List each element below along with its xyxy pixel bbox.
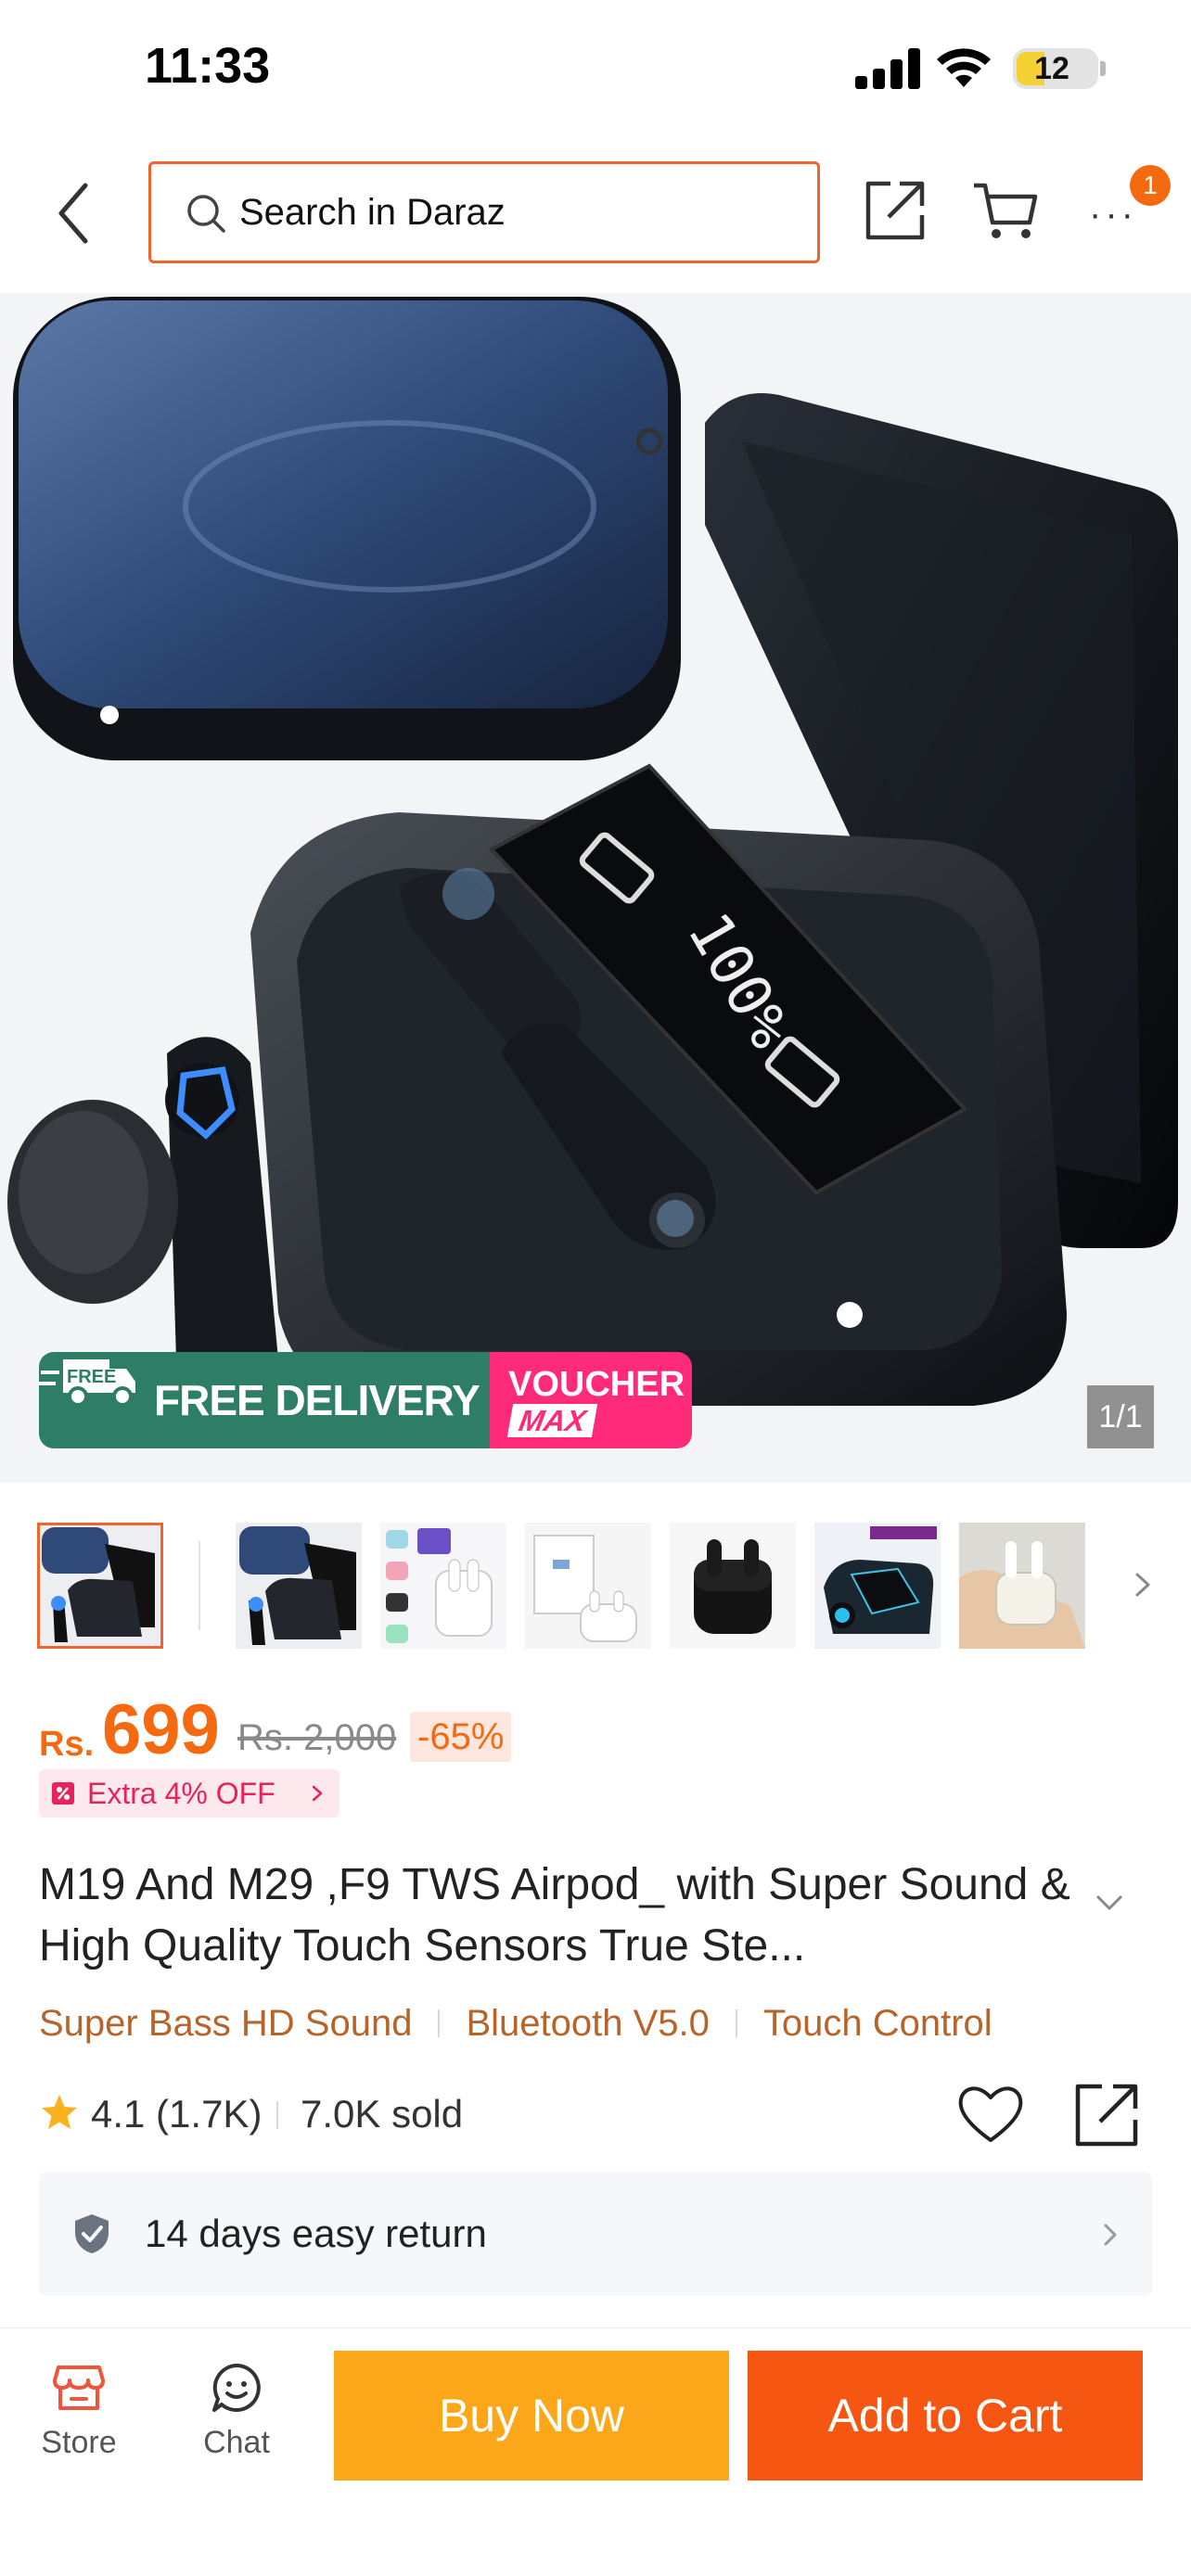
return-policy-label: 14 days easy return — [145, 2212, 487, 2255]
thumbnail-strip — [0, 1521, 1191, 1651]
search-placeholder: Search in Daraz — [239, 192, 506, 233]
product-title: M19 And M29 ,F9 TWS Airpod_ with Super S… — [39, 1860, 1070, 1970]
original-price: Rs. 2,000 — [237, 1717, 397, 1758]
free-delivery-badge: FREE FREE DELIVERY — [39, 1352, 490, 1448]
bottom-action-bar: Store Chat Buy Now Add to Cart — [0, 2327, 1191, 2576]
chat-icon — [212, 2364, 261, 2412]
thumbnail-4[interactable] — [525, 1523, 651, 1649]
thumbnail-divider — [198, 1541, 200, 1630]
delivery-truck-icon: FREE — [39, 1359, 135, 1407]
back-button[interactable] — [45, 176, 104, 250]
buy-now-button[interactable]: Buy Now — [334, 2351, 729, 2480]
product-image: 100% — [0, 293, 1191, 1483]
thumbnails-next-icon[interactable] — [1126, 1562, 1159, 1608]
return-policy-row[interactable]: 14 days easy return — [39, 2172, 1152, 2296]
extra-offer-label: Extra 4% OFF — [87, 1777, 275, 1810]
battery-tip — [1100, 61, 1106, 76]
search-icon — [187, 195, 225, 233]
price-value: 699 — [102, 1690, 220, 1769]
thumbnail-2[interactable] — [236, 1523, 362, 1649]
store-label: Store — [41, 2425, 117, 2460]
rating-row: 4.1 (1.7K) 7.0K sold — [39, 2084, 1152, 2147]
wifi-icon — [937, 48, 991, 87]
product-features: Super Bass HD Sound Bluetooth V5.0 Touch… — [39, 1997, 992, 2049]
sold-count: 7.0K sold — [301, 2092, 464, 2136]
search-input[interactable]: Search in Daraz — [148, 161, 820, 263]
status-time: 11:33 — [145, 38, 271, 94]
feature-tag: Super Bass HD Sound — [39, 2002, 413, 2044]
thumbnail-3[interactable] — [380, 1523, 506, 1649]
promo-banner: FREE FREE DELIVERY VOUCHER MAX — [39, 1352, 692, 1448]
header: Search in Daraz ··· 1 — [0, 139, 1191, 292]
discount-badge: -65% — [410, 1712, 512, 1762]
cart-button[interactable] — [972, 180, 1039, 243]
chat-button[interactable]: Chat — [176, 2362, 297, 2473]
add-to-cart-button[interactable]: Add to Cart — [748, 2351, 1143, 2480]
price-row: Rs. 699 Rs. 2,000 -65% — [39, 1690, 1152, 1769]
rating-value[interactable]: 4.1 (1.7K) — [91, 2086, 262, 2142]
rating-divider — [276, 2101, 278, 2129]
extra-offer-badge[interactable]: Extra 4% OFF — [39, 1769, 339, 1817]
share-button[interactable] — [863, 178, 928, 243]
truck-label: FREE — [67, 1367, 116, 1387]
thumbnail-6[interactable] — [814, 1523, 941, 1649]
image-counter: 1/1 — [1087, 1385, 1154, 1448]
chevron-right-icon — [312, 1785, 323, 1802]
expand-title-icon[interactable] — [1093, 1892, 1126, 1914]
cellular-signal-icon — [855, 48, 920, 89]
feature-divider — [438, 2009, 441, 2037]
feature-tag: Touch Control — [762, 2002, 992, 2044]
share-product-button[interactable] — [1072, 2079, 1143, 2149]
coupon-icon — [52, 1782, 74, 1804]
thumbnail-5[interactable] — [670, 1523, 796, 1649]
thumbnail-1[interactable] — [37, 1523, 163, 1649]
wishlist-button[interactable] — [955, 2081, 1026, 2148]
battery-icon: 12 — [1013, 48, 1098, 89]
battery-level: 12 — [1034, 51, 1069, 86]
cart-badge: 1 — [1130, 165, 1171, 206]
price-currency: Rs. — [39, 1725, 95, 1764]
store-icon — [53, 2366, 105, 2410]
chat-label: Chat — [203, 2425, 270, 2460]
feature-tag: Bluetooth V5.0 — [466, 2002, 710, 2044]
voucher-max-label: MAX — [506, 1404, 598, 1437]
thumbnail-7[interactable] — [959, 1523, 1085, 1649]
store-button[interactable]: Store — [19, 2362, 139, 2473]
status-bar: 11:33 12 — [0, 0, 1191, 139]
product-image-gallery[interactable]: 100% FREE FREE DELIVERY VOUCHER MAX 1/1 — [0, 293, 1191, 1483]
voucher-max-badge: VOUCHER MAX — [490, 1352, 692, 1448]
free-delivery-label: FREE DELIVERY — [154, 1376, 480, 1424]
chevron-right-icon — [1104, 2224, 1117, 2246]
voucher-label: VOUCHER — [508, 1365, 685, 1404]
feature-divider — [735, 2009, 737, 2037]
more-icon: ··· — [1089, 194, 1137, 235]
star-icon — [42, 2095, 77, 2129]
shield-check-icon — [75, 2214, 109, 2253]
